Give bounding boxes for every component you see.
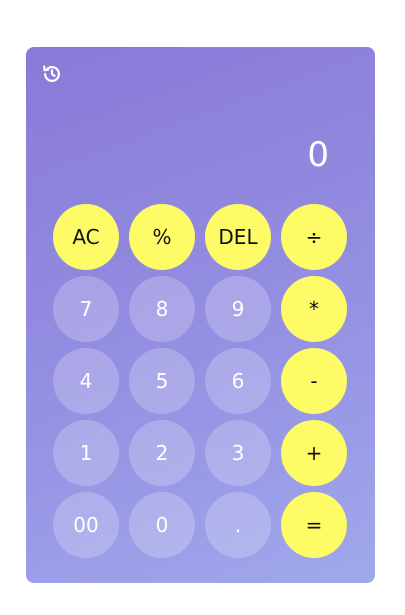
calculator: 0 AC % DEL ÷ 7 8 9 * 4 5 6 - 1 2 3 + 00 … <box>26 47 375 583</box>
equals-button[interactable]: = <box>281 492 347 558</box>
history-button[interactable] <box>40 62 64 86</box>
multiply-button[interactable]: * <box>281 276 347 342</box>
delete-button[interactable]: DEL <box>205 204 271 270</box>
decimal-button[interactable]: . <box>205 492 271 558</box>
keypad: AC % DEL ÷ 7 8 9 * 4 5 6 - 1 2 3 + 00 0 … <box>53 204 347 558</box>
digit-6-button[interactable]: 6 <box>205 348 271 414</box>
digit-8-button[interactable]: 8 <box>129 276 195 342</box>
plus-button[interactable]: + <box>281 420 347 486</box>
divide-button[interactable]: ÷ <box>281 204 347 270</box>
digit-9-button[interactable]: 9 <box>205 276 271 342</box>
minus-button[interactable]: - <box>281 348 347 414</box>
digit-7-button[interactable]: 7 <box>53 276 119 342</box>
digit-1-button[interactable]: 1 <box>53 420 119 486</box>
digit-0-button[interactable]: 0 <box>129 492 195 558</box>
digit-3-button[interactable]: 3 <box>205 420 271 486</box>
digit-5-button[interactable]: 5 <box>129 348 195 414</box>
clear-button[interactable]: AC <box>53 204 119 270</box>
double-zero-button[interactable]: 00 <box>53 492 119 558</box>
digit-4-button[interactable]: 4 <box>53 348 119 414</box>
display-value: 0 <box>307 135 329 175</box>
percent-button[interactable]: % <box>129 204 195 270</box>
digit-2-button[interactable]: 2 <box>129 420 195 486</box>
history-icon <box>43 65 60 82</box>
